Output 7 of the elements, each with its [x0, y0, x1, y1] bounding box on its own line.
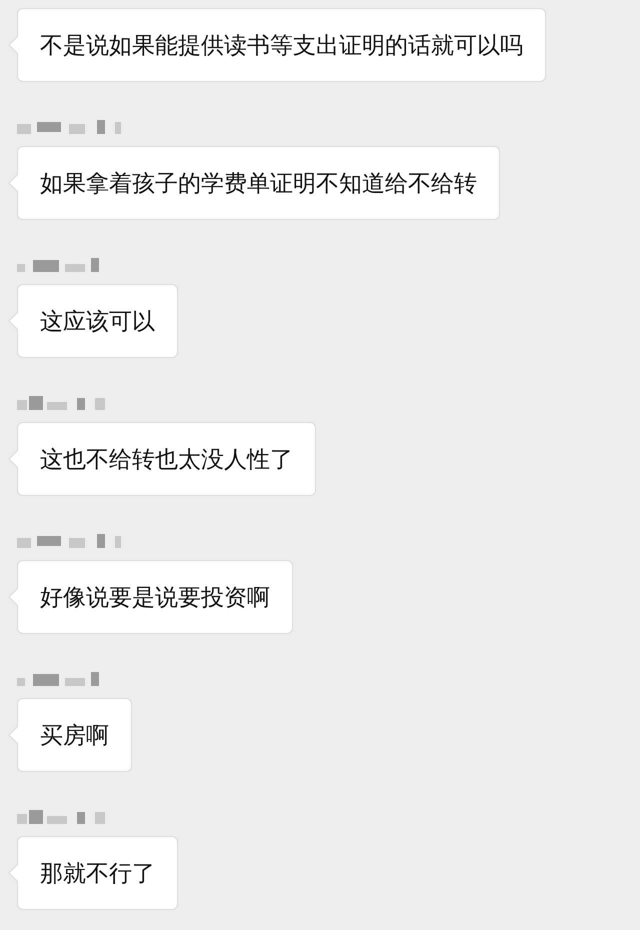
- message-bubble: 好像说要是说要投资啊: [17, 560, 293, 634]
- message-bubble: 如果拿着孩子的学费单证明不知道给不给转: [17, 146, 500, 220]
- message-bubble: 这也不给转也太没人性了: [17, 422, 316, 496]
- message-bubble: 这应该可以: [17, 284, 178, 358]
- message-bubble: 那就不行了: [17, 836, 178, 910]
- message-bubble: 不是说如果能提供读书等支出证明的话就可以吗: [17, 8, 546, 82]
- message-bubble: 买房啊: [17, 698, 132, 772]
